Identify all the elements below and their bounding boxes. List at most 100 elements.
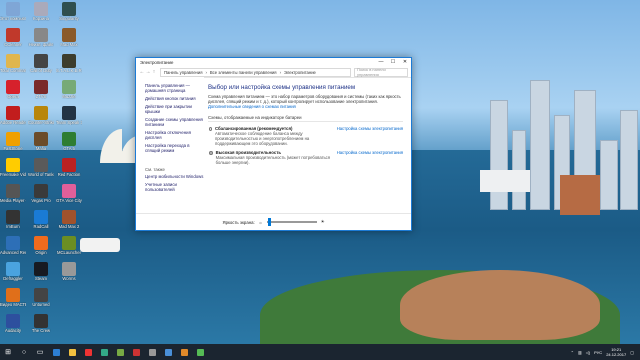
- desktop-icon[interactable]: ImBurn: [0, 210, 26, 229]
- desktop-icon[interactable]: The Crew: [28, 314, 54, 333]
- desktop-icon-label: Корзина: [33, 16, 49, 21]
- desktop-icon[interactable]: Unturned: [28, 288, 54, 307]
- desktop-icon[interactable]: CCleaner: [0, 28, 26, 47]
- app-icon: [34, 28, 48, 42]
- title-bar[interactable]: Электропитание — ☐ ✕: [136, 58, 411, 67]
- taskbar-app[interactable]: [160, 344, 176, 360]
- search-input[interactable]: Поиск в панели управления: [354, 67, 408, 77]
- plan-settings-link[interactable]: Настройка схемы электропитания: [337, 126, 403, 146]
- brightness-bar: Яркость экрана: ☼ ☀: [136, 213, 411, 230]
- breadcrumb-item[interactable]: Все элементы панели управления: [210, 70, 277, 75]
- left-pane: Панель управления — домашняя страница Де…: [136, 77, 204, 230]
- desktop-icon[interactable]: Mafia: [28, 132, 54, 151]
- breadcrumb-item[interactable]: Панель управления: [164, 70, 202, 75]
- desktop-icon[interactable]: Singularity: [56, 2, 82, 21]
- link-display-off[interactable]: Настройка отключения дисплея: [145, 130, 204, 140]
- power-plans-info-link[interactable]: Дополнительные сведения о схемах питания: [208, 104, 403, 109]
- taskbar-app[interactable]: [96, 344, 112, 360]
- desktop-icon[interactable]: Mad Max 2: [56, 210, 82, 229]
- slider-thumb[interactable]: [268, 218, 272, 226]
- desktop-icon[interactable]: Media Player Classic: [0, 184, 26, 203]
- link-create-plan[interactable]: Создание схемы управления питанием: [145, 117, 204, 127]
- minimize-button[interactable]: —: [375, 58, 387, 67]
- taskbar-app[interactable]: [144, 344, 160, 360]
- taskbar-app[interactable]: [64, 344, 80, 360]
- desktop-icon-label: Defraggler: [3, 276, 23, 281]
- taskbar-app[interactable]: [80, 344, 96, 360]
- notifications-icon[interactable]: ▢: [630, 350, 634, 355]
- desktop-icon[interactable]: Mad Max: [56, 28, 82, 47]
- desktop-icon[interactable]: Total Commander: [0, 54, 26, 73]
- taskbar-app[interactable]: [112, 344, 128, 360]
- up-icon[interactable]: ↑: [151, 69, 157, 75]
- desktop-icon[interactable]: Видео МАСТЕР: [0, 288, 26, 307]
- app-icon: [62, 54, 76, 68]
- desktop-icon[interactable]: Неизв. файл: [28, 28, 54, 47]
- desktop-icon[interactable]: World of Tanks: [28, 158, 54, 177]
- taskbar-app[interactable]: [192, 344, 208, 360]
- desktop-icon[interactable]: FastStone: [0, 132, 26, 151]
- desktop-icon[interactable]: Advanced Renamer: [0, 236, 26, 255]
- brightness-slider[interactable]: [266, 218, 317, 226]
- desktop-icon-label: Mad Max: [60, 42, 78, 47]
- plan-high-performance[interactable]: Высокая производительность Максимальная …: [208, 150, 403, 165]
- desktop-icon[interactable]: Counter-Strike: [28, 106, 54, 125]
- desktop-icon-label: RadCall: [33, 224, 49, 229]
- app-icon: [34, 54, 48, 68]
- maximize-button[interactable]: ☐: [387, 58, 399, 67]
- app-icon: [6, 54, 20, 68]
- desktop-icon[interactable]: Корзина: [28, 2, 54, 21]
- power-options-window[interactable]: Электропитание — ☐ ✕ ← → ↑ Панель управл…: [135, 57, 412, 231]
- desktop-icon[interactable]: Audacity: [0, 314, 26, 333]
- plan-settings-link[interactable]: Настройка схемы электропитания: [337, 150, 403, 165]
- up-arrow-icon[interactable]: ⌃: [571, 350, 574, 355]
- desktop-icon[interactable]: Adobe Reader: [0, 106, 26, 125]
- desktop-icon-label: Неизв. файл: [28, 42, 54, 47]
- desktop-icon-label: Mafia: [35, 146, 47, 151]
- page-title: Выбор или настройка схемы управления пит…: [208, 84, 356, 91]
- network-icon[interactable]: ▥: [578, 350, 582, 355]
- desktop-icon[interactable]: Team Speak 3 Client: [56, 106, 82, 125]
- desktop-icon[interactable]: Worms: [56, 262, 82, 281]
- volume-icon[interactable]: ◁): [586, 350, 590, 355]
- desktop-icon-label: Unturned: [32, 302, 50, 307]
- desktop-icon[interactable]: ZTVS: [28, 80, 54, 99]
- clock[interactable]: 19:21 24.12.2017: [606, 347, 626, 357]
- breadcrumb[interactable]: Панель управления › Все элементы панели у…: [160, 67, 351, 77]
- taskbar-app[interactable]: [128, 344, 144, 360]
- desktop-icon[interactable]: Freemake Video C...: [0, 158, 26, 177]
- breadcrumb-item[interactable]: Электропитание: [284, 70, 316, 75]
- desktop-icon[interactable]: Red Faction: [56, 158, 82, 177]
- link-mobility-center[interactable]: Центр мобильности Windows: [145, 174, 204, 179]
- taskbar-app[interactable]: [176, 344, 192, 360]
- desktop-icon[interactable]: Muzzle: [56, 80, 82, 99]
- desktop-icon[interactable]: RadCall: [28, 210, 54, 229]
- link-sleep[interactable]: Настройка перехода в спящий режим: [145, 143, 204, 153]
- desktop-icon[interactable]: Этот компьютер: [0, 2, 26, 21]
- language-indicator[interactable]: РУС: [594, 350, 602, 355]
- desktop-icon[interactable]: Defraggler: [0, 262, 26, 281]
- search-icon[interactable]: ○: [16, 344, 32, 360]
- app-icon: [62, 132, 76, 146]
- desktop-icon[interactable]: MCLauncher: [56, 236, 82, 255]
- link-lid[interactable]: Действие при закрытии крышки: [145, 104, 204, 114]
- desktop-icon[interactable]: Vegas Pro: [28, 184, 54, 203]
- link-power-buttons[interactable]: Действия кнопок питания: [145, 96, 204, 101]
- plan-balanced[interactable]: Сбалансированная (рекомендуется) Автомат…: [208, 126, 403, 146]
- task-view-icon[interactable]: ▭: [32, 344, 48, 360]
- link-user-accounts[interactable]: Учетные записи пользователей: [145, 182, 204, 192]
- desktop-icon[interactable]: GTA Vice City: [56, 184, 82, 203]
- close-button[interactable]: ✕: [399, 58, 411, 67]
- desktop-icon[interactable]: Opera: [0, 80, 26, 99]
- link-home[interactable]: Панель управления — домашняя страница: [145, 83, 204, 93]
- desktop-icon[interactable]: S.T.A.L.K.E.R.: [56, 54, 82, 73]
- desktop-icon[interactable]: Origin: [28, 236, 54, 255]
- taskbar-app[interactable]: [48, 344, 64, 360]
- desktop-icon[interactable]: GTA 5: [56, 132, 82, 151]
- app-icon: [34, 2, 48, 16]
- desktop-icon[interactable]: Steam: [28, 262, 54, 281]
- radio-high-performance[interactable]: [209, 151, 213, 155]
- desktop-icon[interactable]: Call of Duty: [28, 54, 54, 73]
- radio-balanced[interactable]: [209, 127, 212, 131]
- start-button[interactable]: ⊞: [0, 344, 16, 360]
